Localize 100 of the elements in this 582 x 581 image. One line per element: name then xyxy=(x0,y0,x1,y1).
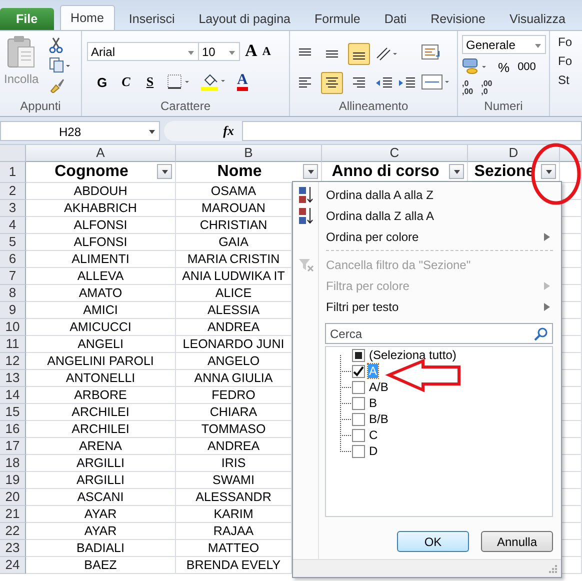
list-item[interactable]: B/B xyxy=(368,412,390,426)
insert-function-button[interactable]: fx xyxy=(164,120,242,140)
decrease-indent-icon[interactable] xyxy=(375,76,393,90)
ribbon-tab[interactable]: File xyxy=(0,8,54,30)
list-item[interactable]: B xyxy=(368,396,378,410)
row-header[interactable]: 2 xyxy=(0,183,26,200)
bold-button[interactable]: G xyxy=(95,74,109,90)
row-header[interactable]: 4 xyxy=(0,217,26,234)
grow-font-button[interactable]: A xyxy=(245,41,258,61)
font-name-field[interactable]: Arial xyxy=(87,42,199,60)
column-header[interactable] xyxy=(560,145,582,162)
merge-cells-icon[interactable] xyxy=(421,73,451,91)
increase-indent-icon[interactable] xyxy=(398,76,416,90)
number-format-field[interactable]: Generale xyxy=(462,35,546,54)
font-size-field[interactable]: 10 xyxy=(198,42,240,60)
dialog-button[interactable]: OK xyxy=(397,531,469,552)
filter-button[interactable] xyxy=(157,164,172,179)
ribbon-tab[interactable]: Inserisci xyxy=(118,8,185,30)
styles-button[interactable]: Fo xyxy=(558,35,582,49)
table-cell: RAJAA xyxy=(213,524,254,538)
column-header[interactable]: D xyxy=(468,145,560,162)
menu-item[interactable]: Filtri per testo xyxy=(293,296,561,317)
checkbox[interactable] xyxy=(352,396,365,410)
checkbox[interactable] xyxy=(352,348,365,362)
row-header[interactable]: 8 xyxy=(0,285,26,302)
checkbox[interactable] xyxy=(352,412,365,426)
list-item[interactable]: D xyxy=(368,444,379,458)
brush-icon[interactable] xyxy=(48,77,65,93)
row-header[interactable]: 21 xyxy=(0,506,26,523)
menu-item[interactable]: Ordina dalla Z alla A xyxy=(293,205,561,226)
ribbon-tab[interactable]: Formule xyxy=(304,8,370,30)
decrease-decimal-button[interactable]: ,00 ,0 xyxy=(481,80,492,96)
row-header[interactable]: 22 xyxy=(0,523,26,540)
row-header[interactable]: 1 xyxy=(0,162,26,183)
ribbon-tab[interactable]: Layout di pagina xyxy=(188,8,300,30)
menu-item[interactable]: Ordina per colore xyxy=(293,226,561,247)
table-cell: ARGILLI xyxy=(76,473,124,487)
ribbon-tab[interactable]: Visualizza xyxy=(499,8,576,30)
list-item[interactable]: C xyxy=(368,428,379,442)
scissors-icon[interactable] xyxy=(48,37,63,53)
row-header[interactable]: 6 xyxy=(0,251,26,268)
fill-color-icon[interactable] xyxy=(201,73,227,91)
underline-button[interactable]: S xyxy=(143,74,157,90)
row-header[interactable]: 17 xyxy=(0,438,26,455)
row-header[interactable]: 23 xyxy=(0,540,26,557)
checkbox[interactable] xyxy=(352,444,365,458)
row-header[interactable]: 13 xyxy=(0,370,26,387)
row-header[interactable]: 7 xyxy=(0,268,26,285)
filter-button[interactable] xyxy=(303,164,318,179)
clipboard-icon[interactable] xyxy=(6,35,36,69)
checkbox[interactable] xyxy=(352,364,365,378)
row-header[interactable]: 9 xyxy=(0,302,26,319)
orientation-icon[interactable] xyxy=(375,46,399,62)
copy-icon[interactable] xyxy=(48,57,71,73)
row-header[interactable]: 20 xyxy=(0,489,26,506)
ribbon-tab[interactable]: Dati xyxy=(374,8,417,30)
filter-button[interactable] xyxy=(449,164,464,179)
column-header[interactable]: C xyxy=(322,145,468,162)
column-header[interactable]: A xyxy=(26,145,176,162)
styles-button[interactable]: St xyxy=(558,73,582,87)
table-cell: ANGELO xyxy=(207,354,260,368)
ribbon-tab[interactable]: Revisione xyxy=(420,8,496,30)
align-button[interactable] xyxy=(348,42,370,64)
menu-item[interactable]: Ordina dalla A alla Z xyxy=(293,184,561,205)
row-header[interactable]: 15 xyxy=(0,404,26,421)
resize-grip-icon[interactable] xyxy=(549,564,557,572)
dialog-button[interactable]: Annulla xyxy=(481,531,553,552)
thousands-button[interactable]: 000 xyxy=(518,61,536,73)
align-icon xyxy=(297,76,313,90)
row-header[interactable]: 5 xyxy=(0,234,26,251)
italic-button[interactable]: C xyxy=(119,74,133,90)
search-field[interactable]: Cerca xyxy=(325,323,553,344)
table-cell: ARCHILEI xyxy=(72,422,130,436)
list-item[interactable]: A/B xyxy=(368,380,390,394)
ribbon-tab[interactable]: Home xyxy=(60,5,115,30)
row-header[interactable]: 11 xyxy=(0,336,26,353)
formula-input[interactable] xyxy=(242,120,582,140)
borders-icon[interactable] xyxy=(167,74,191,90)
styles-button[interactable]: Fo xyxy=(558,54,582,68)
percent-button[interactable]: % xyxy=(498,60,510,74)
row-header[interactable]: 16 xyxy=(0,421,26,438)
name-box[interactable]: H28 xyxy=(0,120,160,140)
align-button[interactable] xyxy=(321,72,343,94)
row-header[interactable]: 19 xyxy=(0,472,26,489)
row-header[interactable]: 14 xyxy=(0,387,26,404)
list-item[interactable]: (Seleziona tutto) xyxy=(368,348,458,362)
filter-button[interactable] xyxy=(541,164,556,179)
row-header[interactable]: 3 xyxy=(0,200,26,217)
row-header[interactable]: 24 xyxy=(0,557,26,574)
row-header[interactable]: 12 xyxy=(0,353,26,370)
shrink-font-button[interactable]: A xyxy=(262,44,271,58)
row-header[interactable]: 18 xyxy=(0,455,26,472)
checkbox[interactable] xyxy=(352,380,365,394)
font-color-button[interactable]: A xyxy=(237,73,248,91)
increase-decimal-button[interactable]: ,0 ,00 xyxy=(462,80,474,96)
column-header[interactable]: B xyxy=(176,145,322,162)
row-header[interactable]: 10 xyxy=(0,319,26,336)
table-cell: ANIA LUDWIKA IT xyxy=(182,269,285,283)
table-cell: ALFONSI xyxy=(74,235,128,249)
checkbox[interactable] xyxy=(352,428,365,442)
